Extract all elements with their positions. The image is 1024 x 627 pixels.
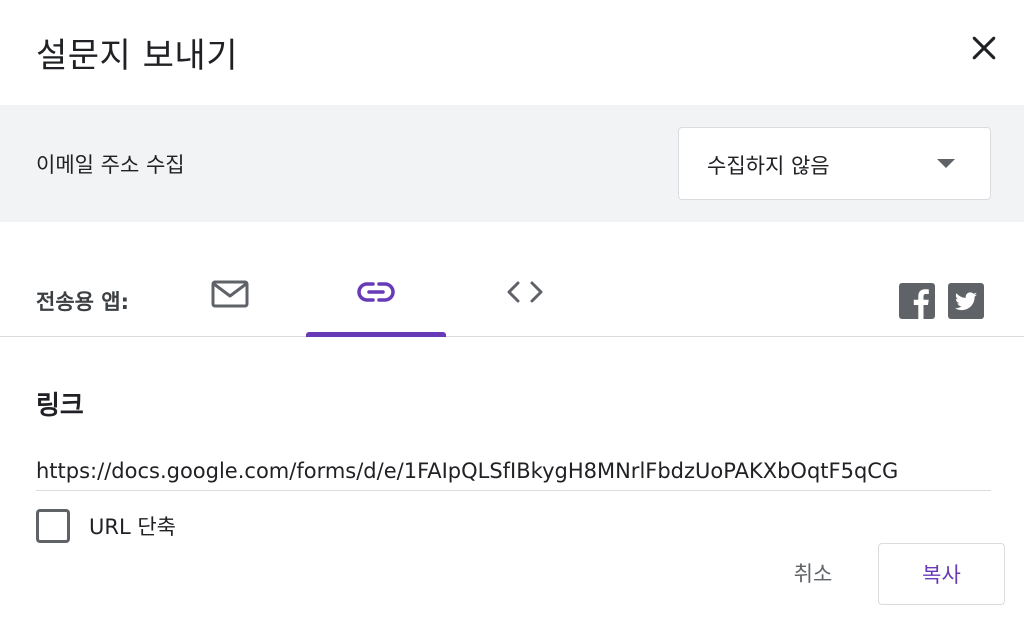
dialog-title: 설문지 보내기: [36, 36, 238, 76]
email-collection-label: 이메일 주소 수집: [36, 153, 185, 177]
shorten-url-option[interactable]: URL 단축: [36, 509, 176, 543]
link-url-input[interactable]: [36, 451, 991, 491]
send-via-label: 전송용 앱:: [36, 290, 129, 314]
close-button[interactable]: [962, 26, 1006, 70]
link-icon: [357, 282, 395, 302]
email-collection-dropdown[interactable]: 수집하지 않음: [678, 127, 991, 200]
twitter-icon: [948, 283, 984, 319]
cancel-button[interactable]: 취소: [770, 543, 856, 603]
email-collection-selected: 수집하지 않음: [707, 154, 830, 178]
copy-button[interactable]: 복사: [878, 543, 1005, 605]
send-via-row: 전송용 앱:: [0, 222, 1024, 337]
mail-icon: [211, 280, 249, 308]
link-section: 링크 URL 단축 취소 복사: [0, 337, 1024, 627]
share-twitter-button[interactable]: [948, 283, 984, 319]
tab-embed-html[interactable]: [455, 252, 595, 336]
dropdown-arrow-icon: [937, 159, 955, 168]
facebook-icon: [899, 283, 935, 319]
shorten-url-label: URL 단축: [89, 515, 176, 539]
share-facebook-button[interactable]: [899, 283, 935, 319]
email-collection-section: 이메일 주소 수집 수집하지 않음: [0, 105, 1024, 222]
link-heading: 링크: [36, 391, 84, 421]
send-form-dialog: 설문지 보내기 이메일 주소 수집 수집하지 않음 전송용 앱: 링크 http…: [0, 0, 1024, 627]
dialog-header: 설문지 보내기: [0, 0, 1024, 105]
tab-link[interactable]: [306, 252, 446, 337]
code-icon: [507, 281, 543, 303]
tab-email[interactable]: [160, 252, 300, 336]
close-icon: [972, 36, 996, 60]
shorten-url-checkbox[interactable]: [36, 509, 70, 543]
